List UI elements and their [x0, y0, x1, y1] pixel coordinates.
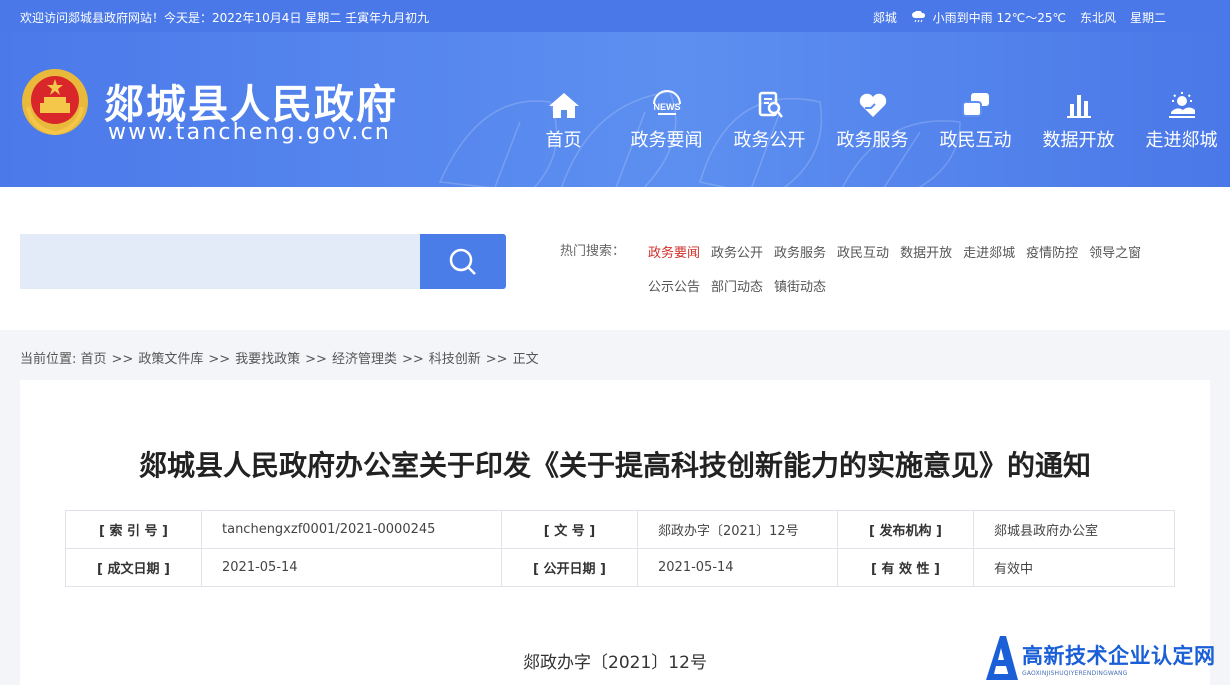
- breadcrumb-sep: >>: [401, 352, 424, 367]
- hot-link[interactable]: 公示公告: [648, 281, 700, 295]
- weather-text: 小雨到中雨 12℃～25℃: [932, 11, 1066, 25]
- rain-cloud-icon: [911, 11, 925, 23]
- chat-icon: [961, 93, 989, 117]
- site-url[interactable]: www.tancheng.gov.cn: [108, 120, 391, 145]
- hot-link[interactable]: 疫情防控: [1026, 247, 1078, 261]
- search-icon: [449, 248, 476, 275]
- table-row: [ 索 引 号 ] tanchengxzf0001/2021-0000245 […: [65, 510, 1175, 549]
- hot-link[interactable]: 部门动态: [711, 281, 763, 295]
- weekday-text: 星期二: [1129, 11, 1166, 25]
- watermark-en: GAOXINJISHUQIYERENDINGWANG: [1022, 669, 1128, 677]
- weather-bar: 郯城 小雨到中雨 12℃～25℃ 东北风 星期二: [873, 9, 1166, 26]
- search-button[interactable]: [420, 234, 506, 289]
- meta-key: [ 成文日期 ]: [65, 548, 202, 587]
- meta-key: [ 文 号 ]: [501, 510, 638, 549]
- watermark: 高新技术企业认定网 GAOXINJISHUQIYERENDINGWANG: [984, 634, 1216, 682]
- bar-chart-icon: [1066, 95, 1091, 118]
- sun-cloud-icon: [1168, 92, 1195, 118]
- document-meta-table: [ 索 引 号 ] tanchengxzf0001/2021-0000245 […: [65, 510, 1175, 587]
- hot-link[interactable]: 政务服务: [774, 247, 826, 261]
- top-info-bar: 欢迎访问郯城县政府网站！今天是：2022年10月4日 星期二 壬寅年九月初九 郯…: [0, 0, 1230, 32]
- heart-hand-icon: [859, 93, 886, 117]
- breadcrumb-item[interactable]: 政策文件库: [138, 352, 203, 367]
- breadcrumb-item[interactable]: 科技创新: [429, 352, 481, 367]
- nav-label: 政务服务: [836, 130, 909, 151]
- breadcrumb-sep: >>: [208, 352, 231, 367]
- hot-link[interactable]: 领导之窗: [1089, 247, 1141, 261]
- table-row: [ 成文日期 ] 2021-05-14 [ 公开日期 ] 2021-05-14 …: [65, 548, 1175, 587]
- national-emblem-icon[interactable]: [20, 67, 90, 137]
- breadcrumb-sep: >>: [485, 352, 508, 367]
- news-icon: NEWS: [652, 90, 681, 115]
- home-icon: [548, 93, 579, 118]
- wind-text: 东北风: [1079, 11, 1116, 25]
- nav-item-data-open[interactable]: 数据开放: [1027, 90, 1130, 152]
- hot-link[interactable]: 政务公开: [711, 247, 763, 261]
- nav-item-news[interactable]: NEWS 政务要闻: [615, 90, 718, 152]
- search-section: 热门搜索： 政务要闻 政务公开 政务服务 政民互动 数据开放 走进郯城 疫情防控 领导之窗公示…: [0, 187, 1230, 330]
- hot-search-label: 热门搜索：: [560, 244, 626, 259]
- nav-label: 走进郯城: [1145, 130, 1218, 151]
- hot-link[interactable]: 政民互动: [837, 247, 889, 261]
- hot-search-links: 政务要闻 政务公开 政务服务 政民互动 数据开放 走进郯城 疫情防控 领导之窗公示公告 部门动态…: [648, 240, 1218, 308]
- meta-value: 郯政办字〔2021〕12号: [637, 510, 838, 549]
- nav-item-interaction[interactable]: 政民互动: [924, 90, 1027, 152]
- hot-link[interactable]: 数据开放: [900, 247, 952, 261]
- breadcrumb-prefix: 当前位置:: [20, 352, 81, 367]
- welcome-text: 欢迎访问郯城县政府网站！今天是：2022年10月4日 星期二 壬寅年九月初九: [20, 11, 430, 25]
- hot-link[interactable]: 镇街动态: [774, 281, 826, 295]
- breadcrumb-item[interactable]: 经济管理类: [332, 352, 397, 367]
- watermark-logo-icon: [986, 636, 1018, 680]
- weather-info: 小雨到中雨 12℃～25℃: [911, 9, 1066, 26]
- nav-label: 首页: [545, 130, 582, 151]
- breadcrumb-sep: >>: [305, 352, 327, 367]
- main-nav: 首页 NEWS 政务要闻 政务公开 政务服务 政民互动 数据开放 走进郯城: [512, 90, 1230, 152]
- meta-value: 2021-05-14: [637, 548, 838, 587]
- nav-item-gov-service[interactable]: 政务服务: [821, 90, 924, 152]
- meta-key: [ 索 引 号 ]: [65, 510, 202, 549]
- nav-label: 政民互动: [939, 130, 1012, 151]
- svg-text:NEWS: NEWS: [653, 102, 680, 112]
- weather-city: 郯城: [872, 11, 897, 25]
- watermark-cn: 高新技术企业认定网: [1022, 643, 1216, 668]
- meta-value: 2021-05-14: [201, 548, 502, 587]
- breadcrumb-current: 正文: [512, 352, 539, 367]
- breadcrumb: 当前位置: 首页 >> 政策文件库 >> 我要找政策 >> 经济管理类 >> 科技创新 >> 正文: [20, 348, 539, 367]
- breadcrumb-item[interactable]: 我要找政策: [235, 352, 300, 367]
- breadcrumb-item[interactable]: 首页: [81, 352, 107, 367]
- nav-item-home[interactable]: 首页: [512, 90, 615, 152]
- nav-label: 政务公开: [733, 130, 806, 151]
- meta-value: 有效中: [973, 548, 1175, 587]
- meta-key: [ 公开日期 ]: [501, 548, 638, 587]
- site-header: 郯城县人民政府 www.tancheng.gov.cn 首页 NEWS 政务要闻…: [0, 32, 1230, 187]
- meta-value: tanchengxzf0001/2021-0000245: [201, 510, 502, 549]
- hot-link[interactable]: 政务要闻: [648, 247, 700, 261]
- article-title: 郯城县人民政府办公室关于印发《关于提高科技创新能力的实施意见》的通知: [138, 449, 1091, 482]
- watermark-text: 高新技术企业认定网 GAOXINJISHUQIYERENDINGWANG: [1022, 640, 1216, 677]
- breadcrumb-sep: >>: [111, 352, 134, 367]
- hot-link[interactable]: 走进郯城: [963, 247, 1015, 261]
- nav-item-about[interactable]: 走进郯城: [1130, 90, 1230, 152]
- search-input[interactable]: [20, 234, 420, 289]
- document-search-icon: [758, 91, 783, 118]
- meta-value: 郯城县政府办公室: [973, 510, 1175, 549]
- meta-key: [ 有 效 性 ]: [837, 548, 974, 587]
- nav-label: 数据开放: [1042, 130, 1115, 151]
- nav-item-gov-open[interactable]: 政务公开: [718, 90, 821, 152]
- meta-key: [ 发布机构 ]: [837, 510, 974, 549]
- nav-label: 政务要闻: [630, 130, 703, 151]
